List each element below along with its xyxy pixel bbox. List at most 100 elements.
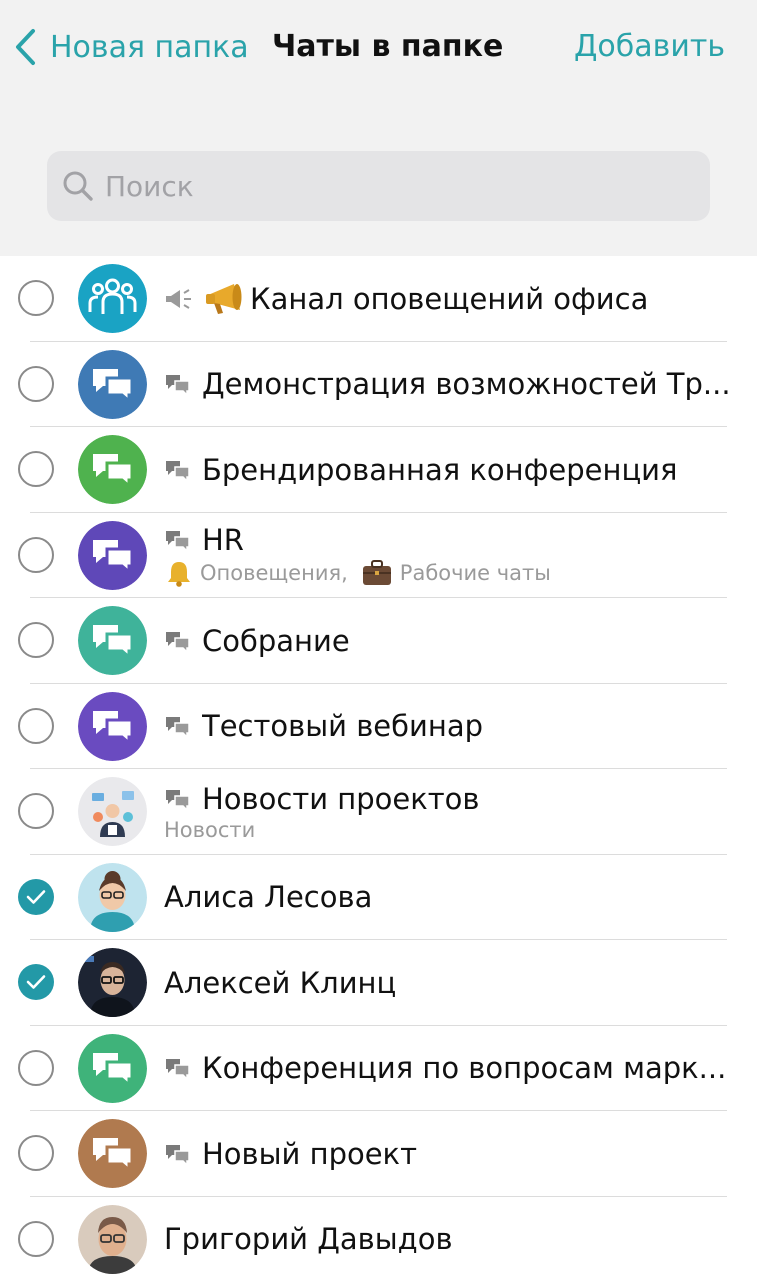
chat-text: Демонстрация возможностей Тр... <box>164 342 739 427</box>
checkmark-icon <box>26 889 46 905</box>
chat-name: Брендированная конференция <box>202 453 677 487</box>
chat-row[interactable]: Брендированная конференция <box>0 427 757 513</box>
chat-text: Брендированная конференция <box>164 427 739 512</box>
avatar <box>78 1119 147 1188</box>
chat-row[interactable]: Демонстрация возможностей Тр... <box>0 342 757 428</box>
chat-text: HR Оповещения, Рабочие чаты <box>164 513 739 598</box>
checkbox-unchecked[interactable] <box>18 1135 54 1171</box>
chat-text: Алексей Клинц <box>164 940 739 1025</box>
chat-title-line: Новости проектов <box>164 782 739 816</box>
chat-list: Канал оповещений офиса Демонстрация возмо… <box>0 256 757 1282</box>
chat-title-line: HR <box>164 523 739 557</box>
chat-name: Демонстрация возможностей Тр... <box>202 367 731 401</box>
chat-row[interactable]: Собрание <box>0 598 757 684</box>
checkbox-checked[interactable] <box>18 964 54 1000</box>
checkbox-checked[interactable] <box>18 879 54 915</box>
avatar <box>78 521 147 590</box>
avatar <box>78 435 147 504</box>
chat-name: Конференция по вопросам марк... <box>202 1051 726 1085</box>
folder-label: Оповещения, <box>200 561 348 585</box>
chat-text: Новый проект <box>164 1111 739 1196</box>
briefcase-emoji-icon <box>360 559 394 587</box>
chat-name: Новости проектов <box>202 782 479 816</box>
subtitle-text: Новости <box>164 818 255 842</box>
chat-row[interactable]: Канал оповещений офиса <box>0 256 757 342</box>
avatar <box>78 777 147 846</box>
group-chat-icon <box>164 788 192 810</box>
group-chat-icon <box>164 630 192 652</box>
search-bar[interactable] <box>47 151 710 221</box>
chat-name: Алиса Лесова <box>164 880 372 914</box>
checkbox-unchecked[interactable] <box>18 280 54 316</box>
back-label: Новая папка <box>50 30 249 65</box>
chat-title-line: Канал оповещений офиса <box>164 281 739 317</box>
chat-title-line: Собрание <box>164 624 739 658</box>
chat-subtitle: Новости <box>164 818 739 842</box>
group-chat-icon <box>164 1057 192 1079</box>
checkbox-unchecked[interactable] <box>18 1050 54 1086</box>
checkbox-unchecked[interactable] <box>18 1221 54 1257</box>
checkmark-icon <box>26 974 46 990</box>
checkbox-unchecked[interactable] <box>18 451 54 487</box>
chat-text: Григорий Давыдов <box>164 1197 739 1282</box>
chat-text: Собрание <box>164 598 739 683</box>
chat-row[interactable]: Конференция по вопросам марк... <box>0 1026 757 1112</box>
chat-row[interactable]: Григорий Давыдов <box>0 1197 757 1282</box>
chat-text: Алиса Лесова <box>164 855 739 940</box>
chat-title-line: Алиса Лесова <box>164 880 739 914</box>
header: Новая папка Чаты в папке Добавить <box>0 0 757 256</box>
avatar <box>78 1034 147 1103</box>
chat-title-line: Тестовый вебинар <box>164 709 739 743</box>
chat-title-line: Демонстрация возможностей Тр... <box>164 367 739 401</box>
chat-row[interactable]: Новости проектовНовости <box>0 769 757 855</box>
avatar <box>78 1205 147 1274</box>
search-input[interactable] <box>105 170 665 203</box>
checkbox-unchecked[interactable] <box>18 622 54 658</box>
nav-bar: Новая папка Чаты в папке Добавить <box>0 24 757 70</box>
group-chat-icon <box>164 715 192 737</box>
chat-row[interactable]: Алиса Лесова <box>0 855 757 941</box>
chat-folders: Оповещения, Рабочие чаты <box>164 559 739 587</box>
checkbox-unchecked[interactable] <box>18 366 54 402</box>
chat-row[interactable]: Алексей Клинц <box>0 940 757 1026</box>
chevron-left-icon <box>14 28 36 66</box>
chat-title-line: Конференция по вопросам марк... <box>164 1051 739 1085</box>
add-button[interactable]: Добавить <box>574 24 725 70</box>
chat-name: HR <box>202 523 244 557</box>
avatar <box>78 863 147 932</box>
search-icon <box>61 169 95 203</box>
chat-name: Собрание <box>202 624 350 658</box>
chat-text: Канал оповещений офиса <box>164 256 739 341</box>
chat-name: Новый проект <box>202 1137 417 1171</box>
chat-title-line: Григорий Давыдов <box>164 1222 739 1256</box>
chat-row[interactable]: HR Оповещения, Рабочие чаты <box>0 513 757 599</box>
avatar <box>78 606 147 675</box>
chat-title-line: Новый проект <box>164 1137 739 1171</box>
chat-title-line: Алексей Клинц <box>164 966 739 1000</box>
folder-label: Рабочие чаты <box>400 561 551 585</box>
chat-title-line: Брендированная конференция <box>164 453 739 487</box>
chat-name: Алексей Клинц <box>164 966 396 1000</box>
checkbox-unchecked[interactable] <box>18 537 54 573</box>
chat-text: Тестовый вебинар <box>164 684 739 769</box>
back-button[interactable]: Новая папка <box>14 24 249 70</box>
avatar <box>78 350 147 419</box>
bell-emoji-icon <box>164 559 194 587</box>
loudspeaker-emoji-icon <box>204 281 248 317</box>
checkbox-unchecked[interactable] <box>18 708 54 744</box>
chat-name: Григорий Давыдов <box>164 1222 453 1256</box>
avatar <box>78 948 147 1017</box>
chat-row[interactable]: Новый проект <box>0 1111 757 1197</box>
group-chat-icon <box>164 529 192 551</box>
checkbox-unchecked[interactable] <box>18 793 54 829</box>
chat-text: Конференция по вопросам марк... <box>164 1026 739 1111</box>
chat-row[interactable]: Тестовый вебинар <box>0 684 757 770</box>
page-title: Чаты в папке <box>272 24 503 70</box>
group-chat-icon <box>164 459 192 481</box>
group-chat-icon <box>164 373 192 395</box>
avatar <box>78 264 147 333</box>
megaphone-icon <box>164 288 194 310</box>
chat-name: Канал оповещений офиса <box>250 282 648 316</box>
chat-text: Новости проектовНовости <box>164 769 739 854</box>
chat-name: Тестовый вебинар <box>202 709 483 743</box>
